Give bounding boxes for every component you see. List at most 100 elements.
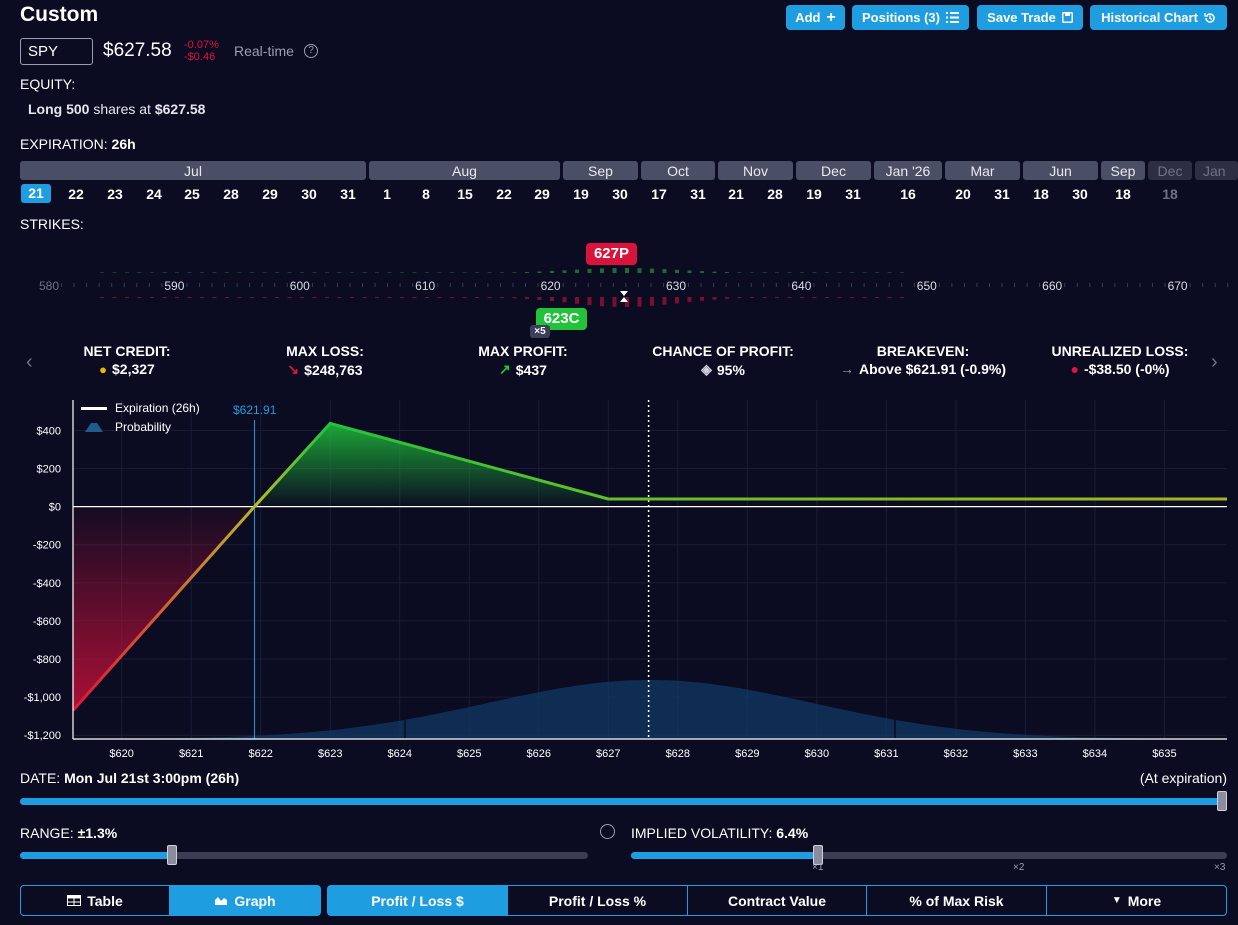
add-button[interactable]: Add + xyxy=(786,5,845,30)
day-item[interactable]: 25 xyxy=(177,186,207,202)
day-item[interactable]: 29 xyxy=(255,186,285,202)
date-slider-handle[interactable] xyxy=(1217,791,1227,811)
date-value: Mon Jul 21st 3:00pm (26h) xyxy=(64,770,240,786)
day-item[interactable]: 18 xyxy=(1108,186,1138,202)
date-heading: DATE: Mon Jul 21st 3:00pm (26h) xyxy=(20,770,239,786)
expiration-value: 26h xyxy=(111,136,136,152)
equity-long: Long xyxy=(28,101,63,117)
put-oi-bar xyxy=(400,297,404,298)
put-oi-bar xyxy=(150,297,154,298)
day-item[interactable]: 23 xyxy=(100,186,130,202)
call-oi-bar xyxy=(137,272,142,273)
day-item[interactable]: 20 xyxy=(948,186,978,202)
legend-probability-label: Probability xyxy=(115,420,172,434)
save-trade-button[interactable]: Save Trade xyxy=(977,5,1083,30)
symbol-input[interactable]: SPY xyxy=(20,38,93,65)
put-oi-bar xyxy=(525,297,529,300)
month-dec-2[interactable]: Dec xyxy=(1148,161,1192,180)
stats-next-chevron-icon[interactable]: › xyxy=(1211,351,1218,374)
tab-table[interactable]: Table xyxy=(21,886,170,915)
tab-contract-value[interactable]: Contract Value xyxy=(688,886,867,915)
help-icon[interactable]: ? xyxy=(304,44,318,58)
day-item[interactable]: 22 xyxy=(61,186,91,202)
history-icon xyxy=(1204,12,1215,23)
day-item[interactable]: 31 xyxy=(838,186,868,202)
positions-button[interactable]: Positions (3) xyxy=(852,5,969,30)
day-item[interactable]: 31 xyxy=(683,186,713,202)
put-oi-bar xyxy=(712,297,717,300)
tab-graph[interactable]: Graph xyxy=(170,886,320,915)
day-item[interactable]: 16 xyxy=(893,186,923,202)
day-item[interactable]: 31 xyxy=(987,186,1017,202)
call-strike-label: 623C xyxy=(543,310,580,327)
put-oi-bar xyxy=(112,297,117,298)
call-oi-bar xyxy=(850,272,854,273)
tab-profit-loss-dollar[interactable]: Profit / Loss $ xyxy=(328,886,508,915)
day-item[interactable]: 22 xyxy=(489,186,519,202)
x-tick-label: $628 xyxy=(666,748,690,760)
stats-prev-chevron-icon[interactable]: ‹ xyxy=(26,351,33,374)
day-item[interactable]: 30 xyxy=(605,186,635,202)
pl-chart[interactable]: $400 $200 $0 -$200 -$400 -$600 -$800 -$1,000 -$1… xyxy=(0,395,1238,765)
day-item[interactable]: 21 xyxy=(721,186,751,202)
probability-area xyxy=(73,680,1227,739)
x-tick-label: $634 xyxy=(1083,748,1107,760)
breakeven-stat: BREAKEVEN: → Above $621.91 (-0.9%) xyxy=(826,343,1020,377)
month-dec[interactable]: Dec xyxy=(796,161,871,180)
day-item[interactable]: 28 xyxy=(216,186,246,202)
day-item[interactable]: 8 xyxy=(411,186,441,202)
month-oct[interactable]: Oct xyxy=(641,161,715,180)
call-oi-bar xyxy=(325,272,329,273)
day-item[interactable]: 19 xyxy=(799,186,829,202)
range-slider-handle[interactable] xyxy=(167,845,177,865)
reset-iv-icon[interactable] xyxy=(600,824,615,839)
tab-more[interactable]: ▼ More xyxy=(1047,886,1226,915)
month-jan-2[interactable]: Jan xyxy=(1195,161,1238,180)
strike-tick-label: 630 xyxy=(666,279,686,293)
at-expiration-label: (At expiration) xyxy=(1139,770,1227,786)
put-strike-label: 627P xyxy=(593,245,630,262)
day-item[interactable]: 31 xyxy=(333,186,363,202)
x-tick-label: $629 xyxy=(735,748,759,760)
put-oi-bar xyxy=(137,297,142,298)
call-oi-bar xyxy=(125,272,129,273)
month-aug[interactable]: Aug xyxy=(369,161,560,180)
month-nov[interactable]: Nov xyxy=(718,161,793,180)
range-slider-track[interactable] xyxy=(20,852,588,859)
historical-chart-button[interactable]: Historical Chart xyxy=(1090,5,1227,30)
day-item[interactable]: 17 xyxy=(644,186,674,202)
day-item[interactable]: 1 xyxy=(372,186,402,202)
caret-down-icon: ▼ xyxy=(1111,895,1122,906)
tab-max-risk[interactable]: % of Max Risk xyxy=(867,886,1047,915)
call-oi-bar xyxy=(175,272,179,273)
put-strike-badge[interactable]: 627P xyxy=(586,243,637,265)
net-credit-stat: NET CREDIT: ● $2,327 xyxy=(60,343,194,377)
day-item[interactable]: 15 xyxy=(450,186,480,202)
stat-title: BREAKEVEN: xyxy=(876,343,970,359)
day-item[interactable]: 28 xyxy=(760,186,790,202)
day-item[interactable]: 24 xyxy=(139,186,169,202)
tab-graph-label: Graph xyxy=(234,892,276,909)
month-jan26[interactable]: Jan '26 xyxy=(874,161,942,180)
month-jul[interactable]: Jul xyxy=(20,161,366,180)
arrow-down-right-icon: ↘ xyxy=(287,361,300,377)
month-sep-2[interactable]: Sep xyxy=(1101,161,1145,180)
day-item[interactable]: 21 xyxy=(21,184,51,203)
stat-title: UNREALIZED LOSS: xyxy=(1051,343,1189,359)
month-mar[interactable]: Mar xyxy=(945,161,1020,180)
date-slider-track[interactable] xyxy=(20,798,1223,805)
iv-slider-track[interactable] xyxy=(631,852,1227,859)
tab-profit-loss-percent[interactable]: Profit / Loss % xyxy=(508,886,688,915)
day-item[interactable]: 18 xyxy=(1155,186,1185,202)
day-item[interactable]: 30 xyxy=(294,186,324,202)
put-oi-bar xyxy=(725,297,729,299)
day-item[interactable]: 30 xyxy=(1065,186,1095,202)
day-item[interactable]: 19 xyxy=(566,186,596,202)
table-icon xyxy=(67,895,82,906)
day-item[interactable]: 29 xyxy=(527,186,557,202)
month-sep[interactable]: Sep xyxy=(563,161,638,180)
put-oi-bar xyxy=(687,297,692,303)
call-oi-bar xyxy=(537,271,542,273)
month-jun[interactable]: Jun xyxy=(1023,161,1098,180)
day-item[interactable]: 18 xyxy=(1026,186,1056,202)
